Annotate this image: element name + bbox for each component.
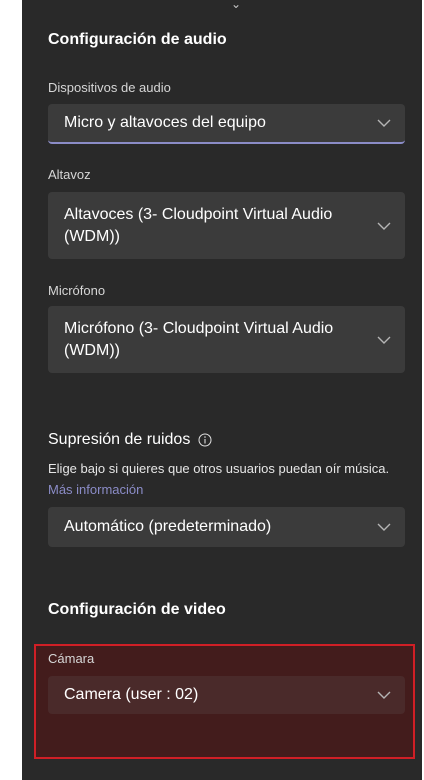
chevron-down-icon: [377, 222, 391, 230]
noise-suppression-label: Supresión de ruidos: [48, 431, 191, 448]
noise-suppression-value: Automático (predeterminado): [64, 518, 272, 535]
noise-suppression-title: Supresión de ruidos: [48, 431, 212, 449]
noise-suppression-dropdown[interactable]: Automático (predeterminado): [48, 507, 405, 547]
camera-dropdown[interactable]: Camera (user : 02): [48, 676, 405, 714]
page: ⌄ Configuración de audio Dispositivos de…: [0, 0, 424, 780]
noise-description-text: Elige bajo si quieres que otros usuarios…: [48, 461, 390, 476]
chevron-down-icon: [377, 119, 391, 127]
chevron-down-icon: [377, 691, 391, 699]
audio-devices-value: Micro y altavoces del equipo: [64, 114, 266, 131]
microphone-value: Micrófono (3- Cloudpoint Virtual Audio (…: [64, 319, 334, 359]
chevron-down-icon: [377, 336, 391, 344]
microphone-label: Micrófono: [48, 283, 106, 298]
camera-value: Camera (user : 02): [64, 686, 199, 703]
more-info-link[interactable]: Más información: [48, 482, 143, 497]
microphone-dropdown[interactable]: Micrófono (3- Cloudpoint Virtual Audio (…: [48, 306, 405, 373]
info-circle-icon[interactable]: [198, 433, 212, 447]
scroll-chevron-icon[interactable]: ⌄: [229, 0, 243, 10]
camera-highlight-box: Cámara Camera (user : 02): [34, 644, 415, 759]
camera-label: Cámara: [48, 651, 95, 666]
speaker-dropdown[interactable]: Altavoces (3- Cloudpoint Virtual Audio (…: [48, 192, 405, 259]
noise-suppression-description: Elige bajo si quieres que otros usuarios…: [48, 458, 408, 500]
video-settings-title: Configuración de video: [48, 601, 226, 618]
audio-devices-label: Dispositivos de audio: [48, 80, 171, 95]
speaker-value: Altavoces (3- Cloudpoint Virtual Audio (…: [64, 205, 333, 245]
audio-devices-dropdown[interactable]: Micro y altavoces del equipo: [48, 104, 405, 144]
speaker-label: Altavoz: [48, 167, 91, 182]
audio-settings-title: Configuración de audio: [48, 31, 227, 48]
chevron-down-icon: [377, 523, 391, 531]
